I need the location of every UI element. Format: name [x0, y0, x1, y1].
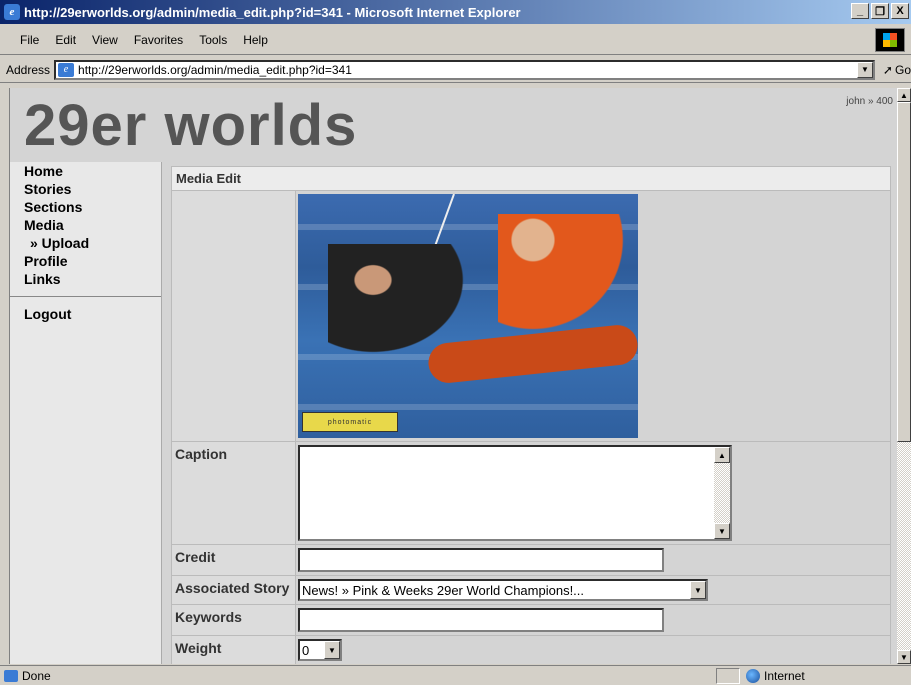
weight-label: Weight — [171, 635, 296, 664]
menu-favorites[interactable]: Favorites — [126, 33, 191, 47]
go-label: Go — [894, 62, 911, 77]
page-viewport: 29er worlds john » 400 Home Stories Sect… — [9, 88, 897, 664]
caption-textarea[interactable]: ▲ ▼ — [298, 445, 732, 541]
page-icon: e — [58, 62, 75, 77]
scroll-down-button[interactable]: ▼ — [897, 650, 911, 664]
media-image: photomatic — [298, 194, 638, 438]
address-url: http://29erworlds.org/admin/media_edit.p… — [78, 62, 352, 77]
menu-bar: File Edit View Favorites Tools Help — [0, 25, 911, 55]
address-dropdown-button[interactable]: ▼ — [856, 61, 873, 78]
security-zone: Internet — [746, 668, 805, 684]
sidebar-item-logout[interactable]: Logout — [10, 305, 161, 323]
scroll-up-button[interactable]: ▲ — [897, 88, 911, 102]
sidebar-divider — [10, 296, 161, 297]
image-label-cell — [171, 190, 296, 442]
status-message: Done — [0, 669, 51, 683]
scrollbar-thumb[interactable] — [897, 102, 911, 442]
photo-watermark-logo: photomatic — [302, 412, 398, 432]
menu-view[interactable]: View — [84, 33, 126, 47]
address-label: Address — [6, 62, 51, 77]
menu-edit[interactable]: Edit — [47, 33, 84, 47]
sidebar-item-links[interactable]: Links — [10, 270, 161, 288]
sidebar-item-media[interactable]: Media — [10, 216, 161, 234]
address-input[interactable]: e http://29erworlds.org/admin/media_edit… — [54, 59, 875, 80]
status-bar: Done Internet — [0, 665, 911, 685]
caption-scroll-down-button[interactable]: ▼ — [714, 523, 730, 539]
status-text: Done — [22, 668, 51, 683]
credit-label: Credit — [171, 544, 296, 576]
site-title: 29er worlds — [24, 93, 358, 158]
caption-scrollbar[interactable]: ▲ ▼ — [714, 447, 730, 539]
menu-file[interactable]: File — [12, 33, 47, 47]
minimize-button[interactable]: _ — [851, 3, 869, 19]
sidebar-item-home[interactable]: Home — [10, 162, 161, 180]
user-info[interactable]: john » 400 — [846, 96, 893, 107]
restore-button[interactable]: ❐ — [871, 3, 889, 19]
caption-label: Caption — [171, 441, 296, 545]
keywords-input[interactable] — [298, 608, 664, 632]
go-arrow-icon: ➚ — [882, 62, 893, 77]
weight-select[interactable]: 0 ▼ — [298, 639, 342, 661]
sidebar-item-sections[interactable]: Sections — [10, 198, 161, 216]
chevron-down-icon[interactable]: ▼ — [690, 581, 706, 599]
windows-logo-icon — [875, 28, 905, 52]
media-edit-form: Media Edit photomatic Caption ▲ ▼ Credit… — [171, 166, 891, 664]
ie-logo-icon: e — [4, 4, 20, 20]
menu-help[interactable]: Help — [235, 33, 276, 47]
sidebar-item-upload[interactable]: » Upload — [10, 234, 161, 252]
chevron-down-icon[interactable]: ▼ — [324, 641, 340, 659]
keywords-label: Keywords — [171, 604, 296, 636]
weight-value: 0 — [302, 642, 310, 658]
page-scrollbar[interactable]: ▲ ▼ — [897, 88, 911, 664]
status-panel — [716, 668, 740, 684]
associated-story-value: News! » Pink & Weeks 29er World Champion… — [302, 582, 585, 598]
caption-scroll-up-button[interactable]: ▲ — [714, 447, 730, 463]
page-icon — [4, 669, 18, 682]
zone-label: Internet — [764, 669, 805, 683]
sidebar-item-profile[interactable]: Profile — [10, 252, 161, 270]
close-button[interactable]: X — [891, 3, 909, 19]
sidebar-nav: Home Stories Sections Media » Upload Pro… — [10, 162, 162, 664]
credit-input[interactable] — [298, 548, 664, 572]
window-title: http://29erworlds.org/admin/media_edit.p… — [24, 4, 521, 20]
address-bar: Address e http://29erworlds.org/admin/me… — [0, 57, 911, 83]
form-header: Media Edit — [171, 166, 891, 191]
associated-story-label: Associated Story — [171, 575, 296, 605]
globe-icon — [746, 669, 760, 683]
window-title-bar: e http://29erworlds.org/admin/media_edit… — [0, 0, 911, 24]
menu-tools[interactable]: Tools — [191, 33, 235, 47]
go-button[interactable]: ➚ Go — [883, 63, 911, 77]
associated-story-select[interactable]: News! » Pink & Weeks 29er World Champion… — [298, 579, 708, 601]
window-controls: _ ❐ X — [851, 3, 909, 19]
sidebar-item-stories[interactable]: Stories — [10, 180, 161, 198]
